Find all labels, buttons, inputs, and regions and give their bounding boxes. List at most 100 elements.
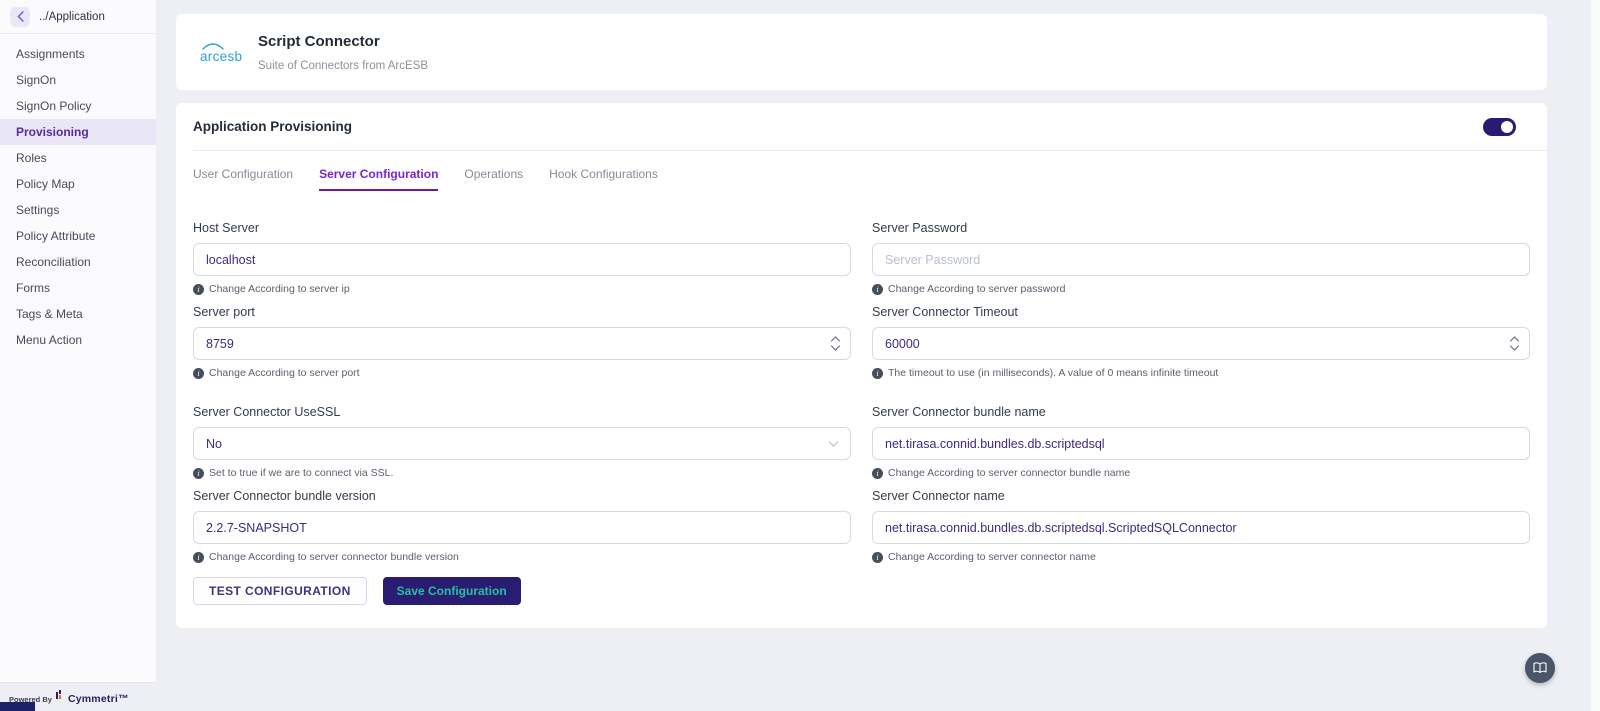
sidebar-item-settings[interactable]: Settings bbox=[0, 197, 156, 223]
helper-text: Change According to server ip bbox=[209, 283, 350, 295]
tab-server-configuration[interactable]: Server Configuration bbox=[319, 167, 439, 191]
sidebar-item-signon[interactable]: SignOn bbox=[0, 67, 156, 93]
sidebar-item-roles[interactable]: Roles bbox=[0, 145, 156, 171]
arcesb-logo-text: arcesb bbox=[200, 49, 243, 64]
provisioning-toggle[interactable] bbox=[1483, 117, 1516, 136]
form-actions: TEST CONFIGURATION Save Configuration bbox=[193, 577, 1530, 605]
field-server-connector-bundle-version: Server Connector bundle version Change A… bbox=[193, 489, 851, 563]
sidebar-item-tags-meta[interactable]: Tags & Meta bbox=[0, 301, 156, 327]
tab-hook-configurations[interactable]: Hook Configurations bbox=[549, 167, 658, 191]
sidebar-item-assignments[interactable]: Assignments bbox=[0, 41, 156, 67]
server-connector-bundle-name-label: Server Connector bundle name bbox=[872, 405, 1046, 419]
server-connector-usessl-label: Server Connector UseSSL bbox=[193, 405, 341, 419]
usessl-selected-value: No bbox=[206, 436, 222, 451]
sidebar: ../Application Assignments SignOn SignOn… bbox=[0, 0, 157, 683]
info-icon bbox=[872, 367, 883, 379]
toggle-knob bbox=[1501, 120, 1513, 133]
provisioning-header: Application Provisioning bbox=[193, 103, 1530, 150]
server-connector-name-label: Server Connector name bbox=[872, 489, 1005, 503]
stepper-down-icon[interactable] bbox=[830, 345, 841, 351]
server-port-input-box bbox=[193, 327, 851, 360]
info-icon bbox=[193, 283, 204, 295]
field-server-port: Server port Change According to server p… bbox=[193, 305, 851, 379]
section-title: Application Provisioning bbox=[193, 119, 353, 134]
info-icon bbox=[872, 551, 883, 563]
helper-text: Change According to server password bbox=[888, 283, 1066, 295]
server-port-input[interactable] bbox=[194, 336, 850, 351]
docs-fab-button[interactable] bbox=[1525, 653, 1555, 683]
info-icon bbox=[193, 467, 204, 479]
sidebar-item-forms[interactable]: Forms bbox=[0, 275, 156, 301]
server-connector-bundle-version-label: Server Connector bundle version bbox=[193, 489, 376, 503]
field-server-connector-bundle-name: Server Connector bundle name Change Acco… bbox=[872, 405, 1530, 479]
server-connector-bundle-version-input-box bbox=[193, 511, 851, 544]
server-password-input[interactable] bbox=[873, 252, 1529, 267]
server-connector-timeout-stepper bbox=[1509, 328, 1520, 359]
cymmetri-brand-text: Cymmetri™ bbox=[67, 693, 129, 705]
stepper-down-icon[interactable] bbox=[1509, 345, 1520, 351]
tab-user-configuration[interactable]: User Configuration bbox=[193, 167, 293, 191]
helper-text: Change According to server connector bun… bbox=[888, 467, 1131, 479]
chevron-left-icon bbox=[16, 11, 24, 22]
host-server-input[interactable] bbox=[194, 252, 850, 267]
link-preview-stub bbox=[0, 702, 35, 711]
host-server-label: Host Server bbox=[193, 221, 259, 235]
server-connector-timeout-helper: The timeout to use (in milliseconds). A … bbox=[872, 367, 1530, 379]
info-icon bbox=[193, 367, 204, 379]
sidebar-item-policy-map[interactable]: Policy Map bbox=[0, 171, 156, 197]
field-server-connector-name: Server Connector name Change According t… bbox=[872, 489, 1530, 563]
server-port-stepper bbox=[830, 328, 841, 359]
sidebar-header: ../Application bbox=[0, 0, 156, 34]
arcesb-logo: arcesb bbox=[200, 42, 243, 66]
server-connector-usessl-helper: Set to true if we are to connect via SSL… bbox=[193, 467, 851, 479]
info-icon bbox=[872, 283, 883, 295]
stepper-up-icon[interactable] bbox=[830, 336, 841, 342]
host-server-helper: Change According to server ip bbox=[193, 283, 851, 295]
connector-header-card: arcesb Script Connector Suite of Connect… bbox=[176, 14, 1547, 90]
sidebar-item-menu-action[interactable]: Menu Action bbox=[0, 327, 156, 353]
back-button[interactable] bbox=[10, 6, 30, 27]
chevron-down-icon bbox=[828, 440, 839, 447]
server-connector-name-input-box bbox=[872, 511, 1530, 544]
server-connector-timeout-input[interactable] bbox=[873, 336, 1529, 351]
cymmetri-logo-mark bbox=[55, 686, 64, 705]
host-server-input-box bbox=[193, 243, 851, 276]
stepper-up-icon[interactable] bbox=[1509, 336, 1520, 342]
server-port-label: Server port bbox=[193, 305, 255, 319]
server-connector-timeout-input-box bbox=[872, 327, 1530, 360]
sidebar-item-signon-policy[interactable]: SignOn Policy bbox=[0, 93, 156, 119]
field-host-server: Host Server Change According to server i… bbox=[193, 221, 851, 295]
helper-text: Change According to server port bbox=[209, 367, 360, 379]
test-configuration-button[interactable]: TEST CONFIGURATION bbox=[193, 577, 367, 605]
server-port-helper: Change According to server port bbox=[193, 367, 851, 379]
sidebar-nav: Assignments SignOn SignOn Policy Provisi… bbox=[0, 34, 156, 353]
sidebar-item-reconciliation[interactable]: Reconciliation bbox=[0, 249, 156, 275]
server-connector-usessl-select[interactable]: No bbox=[193, 427, 851, 460]
server-connector-name-input[interactable] bbox=[873, 520, 1529, 535]
server-connector-bundle-version-input[interactable] bbox=[194, 520, 850, 535]
sidebar-item-policy-attribute[interactable]: Policy Attribute bbox=[0, 223, 156, 249]
provisioning-card: Application Provisioning User Configurat… bbox=[176, 103, 1547, 628]
tab-operations[interactable]: Operations bbox=[464, 167, 523, 191]
field-server-connector-timeout: Server Connector Timeout The timeout to … bbox=[872, 305, 1530, 379]
open-book-icon bbox=[1533, 662, 1547, 673]
page-title: Script Connector bbox=[258, 32, 380, 50]
server-password-helper: Change According to server password bbox=[872, 283, 1530, 295]
server-password-input-box bbox=[872, 243, 1530, 276]
sidebar-item-provisioning[interactable]: Provisioning bbox=[0, 119, 156, 145]
server-connector-bundle-name-helper: Change According to server connector bun… bbox=[872, 467, 1530, 479]
server-connector-bundle-version-helper: Change According to server connector bun… bbox=[193, 551, 851, 563]
helper-text: Change According to server connector nam… bbox=[888, 551, 1096, 563]
server-connector-timeout-label: Server Connector Timeout bbox=[872, 305, 1018, 319]
field-server-password: Server Password Change According to serv… bbox=[872, 221, 1530, 295]
server-password-label: Server Password bbox=[872, 221, 968, 235]
server-configuration-form: Host Server Change According to server i… bbox=[193, 221, 1530, 563]
helper-text: Set to true if we are to connect via SSL… bbox=[209, 467, 394, 479]
save-configuration-button[interactable]: Save Configuration bbox=[382, 577, 521, 605]
breadcrumb[interactable]: ../Application bbox=[39, 11, 105, 23]
server-connector-bundle-name-input[interactable] bbox=[873, 436, 1529, 451]
scrollbar[interactable] bbox=[1591, 0, 1600, 711]
server-connector-bundle-name-input-box bbox=[872, 427, 1530, 460]
field-server-connector-usessl: Server Connector UseSSL No Set to true i… bbox=[193, 405, 851, 479]
page-subtitle: Suite of Connectors from ArcESB bbox=[258, 59, 429, 72]
